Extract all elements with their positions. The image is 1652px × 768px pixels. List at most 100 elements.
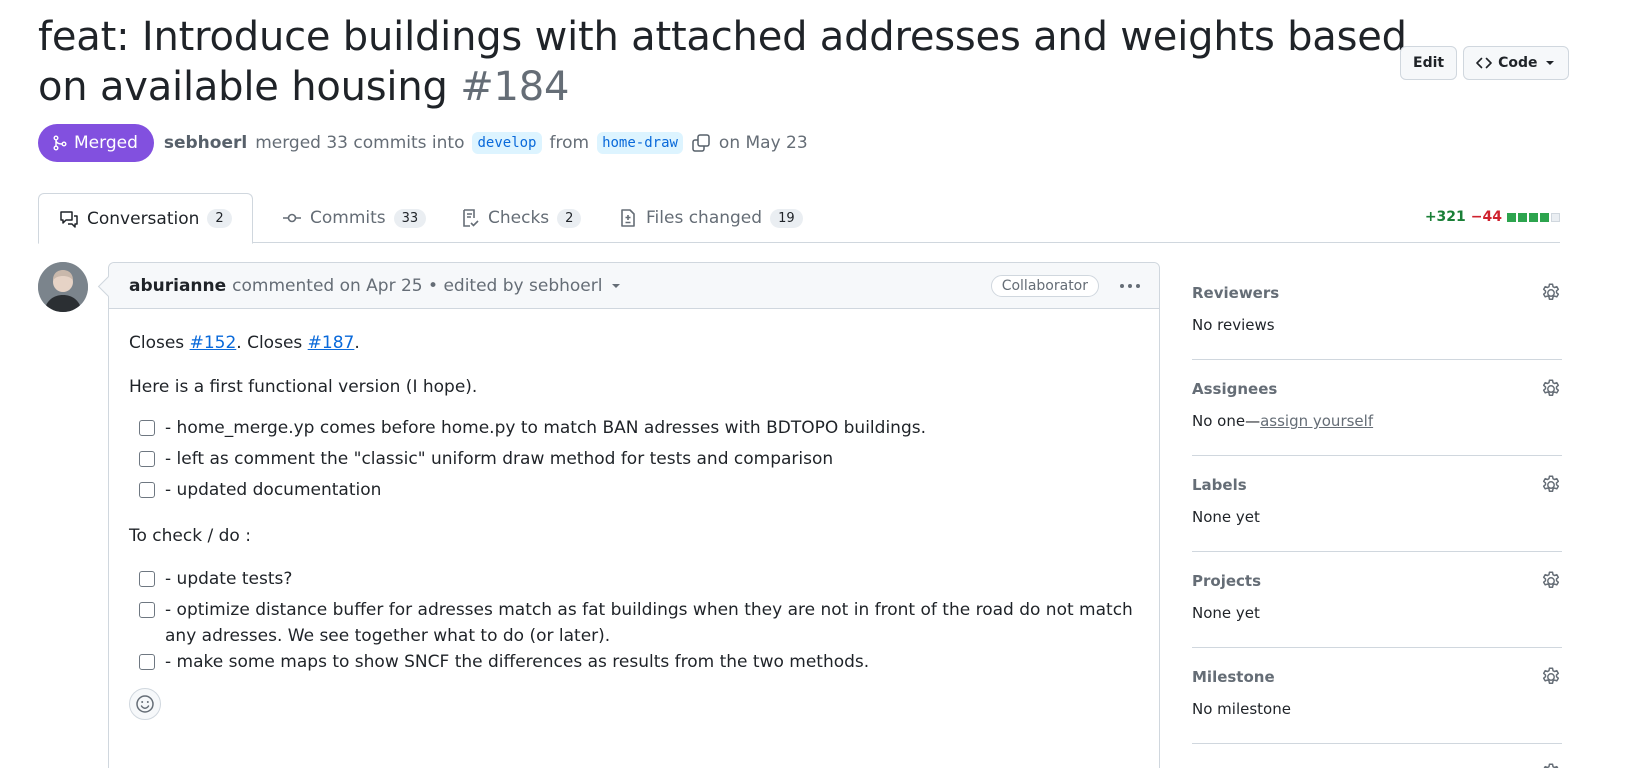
code-button-label: Code bbox=[1498, 55, 1538, 71]
issue-link[interactable]: #152 bbox=[190, 333, 237, 353]
task-text: - optimize distance buffer for adresses … bbox=[165, 600, 1133, 646]
gear-icon[interactable] bbox=[1540, 570, 1562, 592]
edit-button-label: Edit bbox=[1413, 55, 1445, 71]
gear-icon[interactable] bbox=[1540, 762, 1562, 768]
closes-mid: . Closes bbox=[236, 333, 308, 353]
sidebar-title[interactable]: Projects bbox=[1192, 572, 1562, 590]
sidebar-title[interactable]: Reviewers bbox=[1192, 284, 1562, 302]
task-text: - updated documentation bbox=[165, 480, 382, 500]
merge-text: merged 33 commits into bbox=[255, 133, 465, 153]
tab-checks[interactable]: Checks 2 bbox=[440, 193, 601, 243]
pr-sidebar: Reviewers No reviews Assignees No one—as… bbox=[1192, 264, 1562, 768]
tab-counter: 19 bbox=[770, 208, 803, 228]
sidebar-labels: Labels None yet bbox=[1192, 456, 1562, 552]
issue-link[interactable]: #187 bbox=[308, 333, 355, 353]
tab-counter: 33 bbox=[393, 208, 427, 228]
task-text: - home_merge.yp comes before home.py to … bbox=[165, 418, 926, 438]
task-text: - left as comment the "classic" uniform … bbox=[165, 449, 834, 469]
smiley-icon bbox=[136, 695, 154, 713]
caret-down-icon[interactable] bbox=[610, 280, 622, 292]
tab-label: Files changed bbox=[646, 208, 763, 228]
comment-author[interactable]: aburianne bbox=[129, 276, 226, 296]
task-checkbox[interactable] bbox=[139, 602, 155, 618]
task-checkbox[interactable] bbox=[139, 451, 155, 467]
avatar[interactable] bbox=[38, 262, 88, 312]
sidebar-title[interactable]: Milestone bbox=[1192, 668, 1562, 686]
add-reaction-button[interactable] bbox=[129, 688, 161, 720]
pr-tabs: Conversation 2 Commits 33 Checks 2 Files… bbox=[38, 193, 1560, 244]
task-checkbox[interactable] bbox=[139, 571, 155, 587]
comment-box: aburianne commented on Apr 25 • edited b… bbox=[108, 262, 1160, 768]
task-checkbox[interactable] bbox=[139, 482, 155, 498]
assign-yourself-link[interactable]: assign yourself bbox=[1260, 412, 1373, 430]
task-item: - updated documentation bbox=[139, 477, 1139, 508]
head-branch[interactable]: home-draw bbox=[597, 132, 683, 154]
task-item: - left as comment the "classic" uniform … bbox=[139, 446, 1139, 477]
task-list: - home_merge.yp comes before home.py to … bbox=[139, 415, 1139, 508]
tab-files-changed[interactable]: Files changed 19 bbox=[598, 193, 823, 243]
kebab-horizontal-icon[interactable] bbox=[1119, 277, 1141, 295]
comment-body: Closes #152. Closes #187. Here is a firs… bbox=[109, 309, 1159, 742]
gear-icon[interactable] bbox=[1540, 474, 1562, 496]
sidebar-title[interactable]: Labels bbox=[1192, 476, 1562, 494]
file-diff-icon bbox=[621, 209, 635, 227]
code-icon bbox=[1476, 57, 1492, 69]
merge-icon bbox=[53, 135, 67, 151]
diffstat: +321 −44 bbox=[1425, 209, 1560, 225]
caret-down-icon bbox=[1545, 61, 1554, 65]
gear-icon[interactable] bbox=[1540, 378, 1562, 400]
sidebar-value: No reviews bbox=[1192, 316, 1275, 334]
task-text: - make some maps to show SNCF the differ… bbox=[165, 652, 870, 672]
comment-header: aburianne commented on Apr 25 • edited b… bbox=[109, 263, 1159, 309]
diffstat-block bbox=[1551, 212, 1560, 222]
sidebar-value: No milestone bbox=[1192, 700, 1291, 718]
tab-conversation[interactable]: Conversation 2 bbox=[38, 193, 253, 244]
code-button[interactable]: Code bbox=[1463, 46, 1569, 80]
base-branch[interactable]: develop bbox=[472, 132, 542, 154]
task-text: - update tests? bbox=[165, 569, 293, 589]
task-checkbox[interactable] bbox=[139, 654, 155, 670]
tab-counter: 2 bbox=[207, 209, 232, 228]
header-actions: Edit Code bbox=[1400, 46, 1569, 80]
diffstat-deletions: −44 bbox=[1470, 209, 1502, 225]
sidebar-value: None yet bbox=[1192, 604, 1260, 622]
diffstat-block bbox=[1540, 212, 1549, 222]
sidebar-value-text: No one— bbox=[1192, 412, 1261, 430]
edit-button[interactable]: Edit bbox=[1400, 46, 1458, 80]
gear-icon[interactable] bbox=[1540, 282, 1562, 304]
intro-paragraph: Here is a first functional version (I ho… bbox=[129, 377, 478, 397]
closes-end: . bbox=[354, 333, 360, 353]
tab-counter: 2 bbox=[557, 208, 582, 228]
diffstat-blocks bbox=[1507, 212, 1560, 222]
checklist-icon bbox=[463, 209, 479, 227]
sidebar-reviewers: Reviewers No reviews bbox=[1192, 264, 1562, 360]
from-text: from bbox=[549, 133, 590, 153]
diffstat-block bbox=[1518, 212, 1527, 222]
diffstat-block bbox=[1507, 212, 1516, 222]
state-label: Merged bbox=[74, 133, 138, 153]
task-item: - make some maps to show SNCF the differ… bbox=[139, 649, 1139, 680]
commit-icon bbox=[283, 213, 301, 223]
merge-date: on May 23 bbox=[718, 133, 808, 153]
diffstat-block bbox=[1529, 212, 1538, 222]
sidebar-value: No one—assign yourself bbox=[1192, 412, 1562, 430]
copy-icon[interactable] bbox=[691, 133, 711, 153]
tab-commits[interactable]: Commits 33 bbox=[262, 193, 446, 243]
sidebar-title[interactable]: Assignees bbox=[1192, 380, 1562, 398]
tab-label: Conversation bbox=[87, 208, 200, 229]
task-checkbox[interactable] bbox=[139, 420, 155, 436]
tab-label: Checks bbox=[488, 208, 550, 228]
closes-prefix: Closes bbox=[129, 333, 190, 353]
task-list: - update tests? - optimize distance buff… bbox=[139, 566, 1139, 680]
diffstat-additions: +321 bbox=[1424, 209, 1466, 225]
sidebar-projects: Projects None yet bbox=[1192, 552, 1562, 648]
merger-link[interactable]: sebhoerl bbox=[164, 133, 247, 153]
closes-line: Closes #152. Closes #187. bbox=[129, 331, 1139, 355]
pr-title-text: feat: Introduce buildings with attached … bbox=[38, 14, 1407, 110]
state-badge: Merged bbox=[38, 124, 154, 162]
todo-heading: To check / do : bbox=[129, 526, 251, 546]
gear-icon[interactable] bbox=[1540, 666, 1562, 688]
pr-number: #184 bbox=[460, 64, 570, 110]
sidebar-value: None yet bbox=[1192, 508, 1260, 526]
comment-discussion-icon bbox=[60, 210, 78, 228]
